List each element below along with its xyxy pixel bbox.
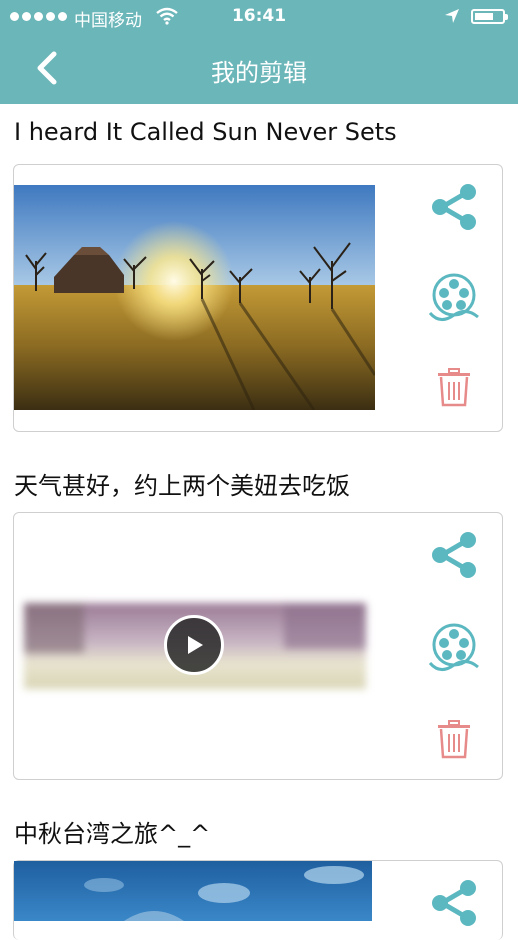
movie-button[interactable]: [419, 269, 489, 325]
share-icon: [432, 880, 476, 926]
status-bar: 中国移动 16:41: [0, 0, 518, 34]
battery-icon: [471, 9, 508, 24]
clip-actions: [419, 179, 489, 419]
status-time: 16:41: [231, 6, 287, 26]
play-icon: [188, 636, 203, 654]
clip-actions: [419, 875, 489, 935]
movie-button[interactable]: [419, 619, 489, 675]
share-button[interactable]: [419, 179, 489, 235]
clip-title: 中秋台湾之旅^_^: [14, 820, 211, 848]
clip-title: 天气甚好，约上两个美妞去吃饭: [14, 472, 350, 500]
play-button[interactable]: [164, 615, 224, 675]
clip-card[interactable]: [13, 164, 503, 432]
clip-thumbnail[interactable]: [14, 861, 372, 921]
location-arrow-icon: [445, 9, 459, 23]
film-reel-icon: [428, 623, 479, 671]
share-button[interactable]: [419, 527, 489, 583]
sky-clouds-image: [14, 861, 372, 921]
trash-icon: [438, 720, 470, 759]
sunset-field-image: [14, 185, 375, 410]
delete-button[interactable]: [419, 711, 489, 767]
share-icon: [432, 184, 476, 230]
clip-title: I heard It Called Sun Never Sets: [14, 118, 397, 146]
page-title: 我的剪辑: [211, 59, 307, 87]
clip-thumbnail[interactable]: [14, 185, 375, 410]
clip-card[interactable]: [13, 860, 503, 940]
delete-button[interactable]: [419, 359, 489, 415]
share-button[interactable]: [419, 875, 489, 931]
clip-actions: [419, 527, 489, 767]
trash-icon: [438, 368, 470, 407]
app-header: 中国移动 16:41 我的剪辑: [0, 0, 518, 104]
film-reel-icon: [428, 273, 479, 321]
clip-card[interactable]: [13, 512, 503, 780]
share-icon: [432, 532, 476, 578]
